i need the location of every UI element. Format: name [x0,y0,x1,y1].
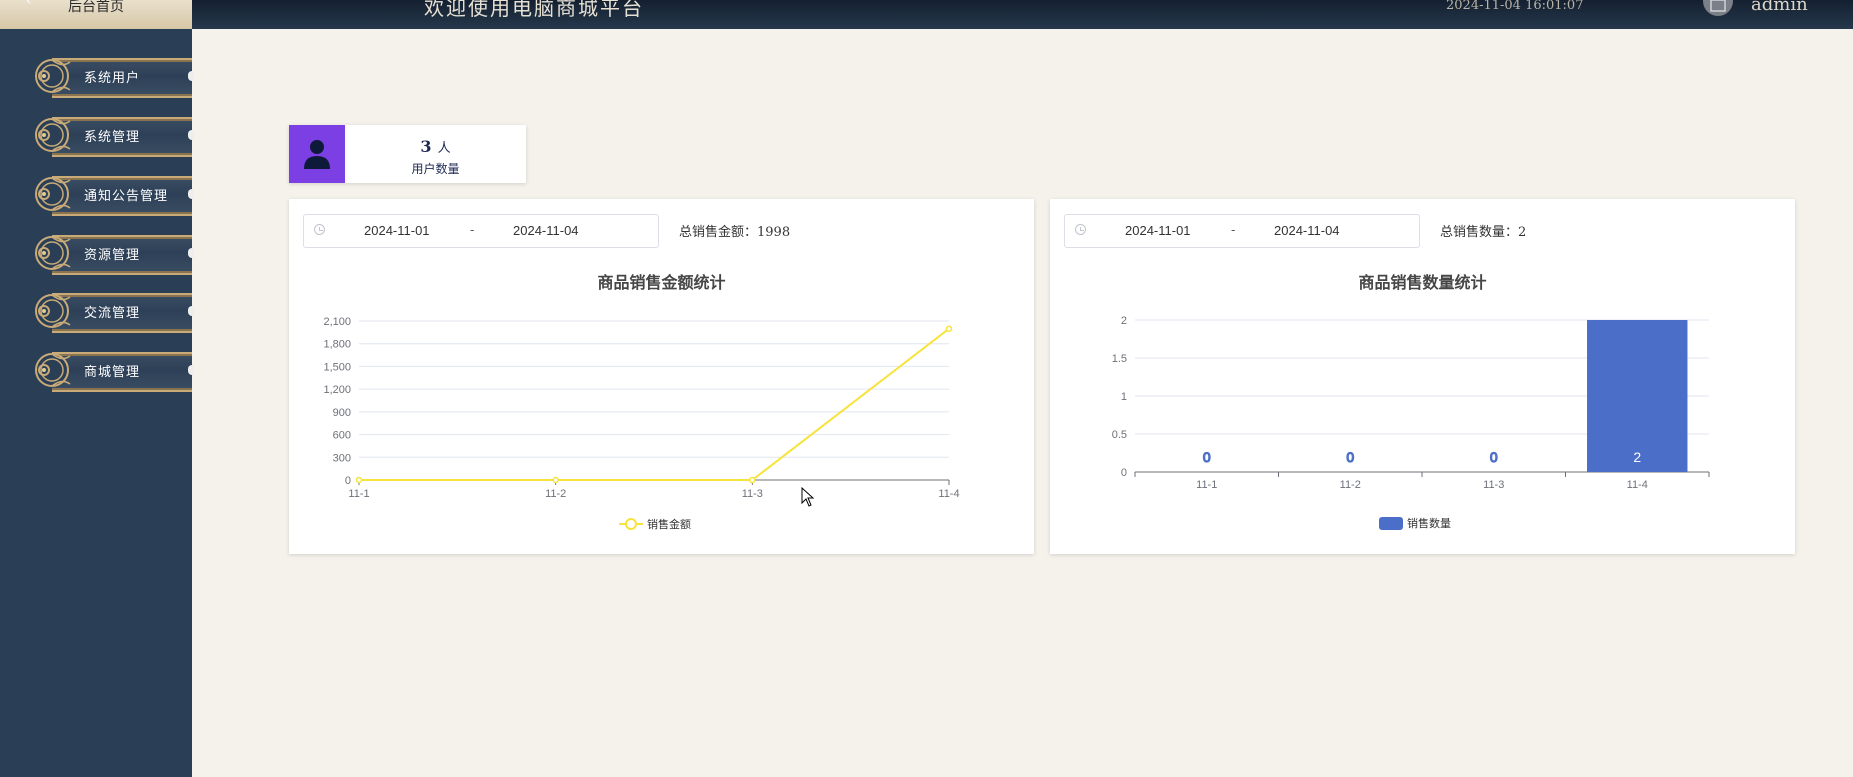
y-tick-label: 0.5 [1112,429,1127,441]
y-tick-label: 1,800 [323,339,351,351]
y-tick-label: 600 [333,430,351,442]
y-tick-label: 900 [333,407,351,419]
legend-label: 销售数量 [1407,516,1451,530]
y-tick-label: 0 [1121,467,1127,479]
menu-cap [188,365,194,375]
current-datetime: 2024-11-04 16:01:07 [1446,0,1584,13]
legend-marker [625,518,637,530]
sidebar-menu-item[interactable]: 系统用户 [30,54,194,98]
data-point [749,476,756,484]
user-icon [304,140,330,169]
y-tick-label: 1,500 [323,361,351,373]
legend-swatch [1379,517,1403,530]
sidebar-menu-item[interactable]: 通知公告管理 [30,172,194,216]
x-tick-label: 11-3 [1483,479,1504,491]
user-count-value: 3人 [420,137,451,156]
top-bar: ‹ 后台首页 欢迎使用电脑商城平台 2024-11-04 16:01:07 ad… [0,0,1853,29]
y-tick-label: 1,200 [323,384,351,396]
user-count-card: 3人 用户数量 [289,125,526,183]
data-label: 0 [1203,449,1211,465]
sidebar-menu-item[interactable]: 资源管理 [30,231,194,275]
y-tick-label: 0 [345,475,351,487]
menu-cap [188,189,194,199]
sidebar-item-label: 通知公告管理 [84,189,169,204]
home-tab-label: 后台首页 [68,0,124,15]
menu-cap [188,130,194,140]
ornament-knot-icon [35,294,71,328]
user-count-label: 用户数量 [411,162,460,176]
ornament-knot-icon [35,177,71,211]
mouse-cursor-icon [801,487,815,507]
back-icon[interactable]: ‹ [26,0,32,8]
sidebar-item-label: 系统管理 [84,130,141,145]
home-tab[interactable]: ‹ 后台首页 [0,0,192,29]
legend-label: 销售金额 [647,517,691,531]
x-tick-label: 11-2 [1340,479,1361,491]
y-tick-label: 2,100 [323,316,351,328]
data-point [945,325,953,332]
data-point [552,476,559,484]
sidebar-item-label: 商城管理 [84,365,141,380]
stat-icon-box [289,125,345,183]
x-tick-label: 11-1 [1196,479,1217,491]
sales-amount-line-chart: 0 300 600 900 1,200 1,500 1,800 2,100 11-1 11-2 11… [323,316,959,531]
y-tick-label: 1 [1121,391,1127,403]
sales-count-bar-chart: 0 0.5 1 1.5 2 11-1 0 11-2 0 11-3 0 11-4 2 销售数量 [1112,315,1710,530]
sidebar: 系统用户系统管理通知公告管理 资源管理交流管理商城管理 [0,29,194,777]
x-tick-label: 11-4 [1627,479,1648,491]
sidebar-menu-item[interactable]: 系统管理 [30,113,194,157]
data-point [355,476,363,484]
menu-cap [188,248,194,258]
site-title: 欢迎使用电脑商城平台 [424,0,644,20]
y-tick-label: 1.5 [1112,353,1127,365]
ornament-knot-icon [35,118,71,152]
ornament-knot-icon [35,353,71,387]
y-tick-label: 300 [333,452,351,464]
x-tick-label: 11-2 [545,488,566,500]
sales-count-panel: 2024-11-01 - 2024-11-04 总销售数量：2 商品销售数量统计… [1050,199,1795,554]
sales-amount-panel: 2024-11-01 - 2024-11-04 总销售金额：1998 商品销售金… [289,199,1034,554]
menu-cap [188,306,194,316]
sidebar-item-label: 交流管理 [84,306,141,321]
data-label: 0 [1346,449,1354,465]
username[interactable]: admin [1751,0,1808,15]
x-tick-label: 11-3 [742,488,763,500]
y-tick-label: 2 [1121,315,1127,327]
sidebar-menu-item[interactable]: 交流管理 [30,289,194,333]
data-label: 2 [1633,449,1641,465]
menu-cap [188,71,194,81]
ornament-knot-icon [35,59,71,93]
sidebar-menu-item[interactable]: 商城管理 [30,348,194,392]
x-tick-label: 11-4 [938,488,959,500]
x-tick-label: 11-1 [348,488,369,500]
sidebar-item-label: 资源管理 [84,248,141,263]
ornament-knot-icon [35,236,71,270]
user-avatar[interactable] [1703,0,1733,16]
data-label: 0 [1490,449,1498,465]
sidebar-item-label: 系统用户 [84,71,141,86]
